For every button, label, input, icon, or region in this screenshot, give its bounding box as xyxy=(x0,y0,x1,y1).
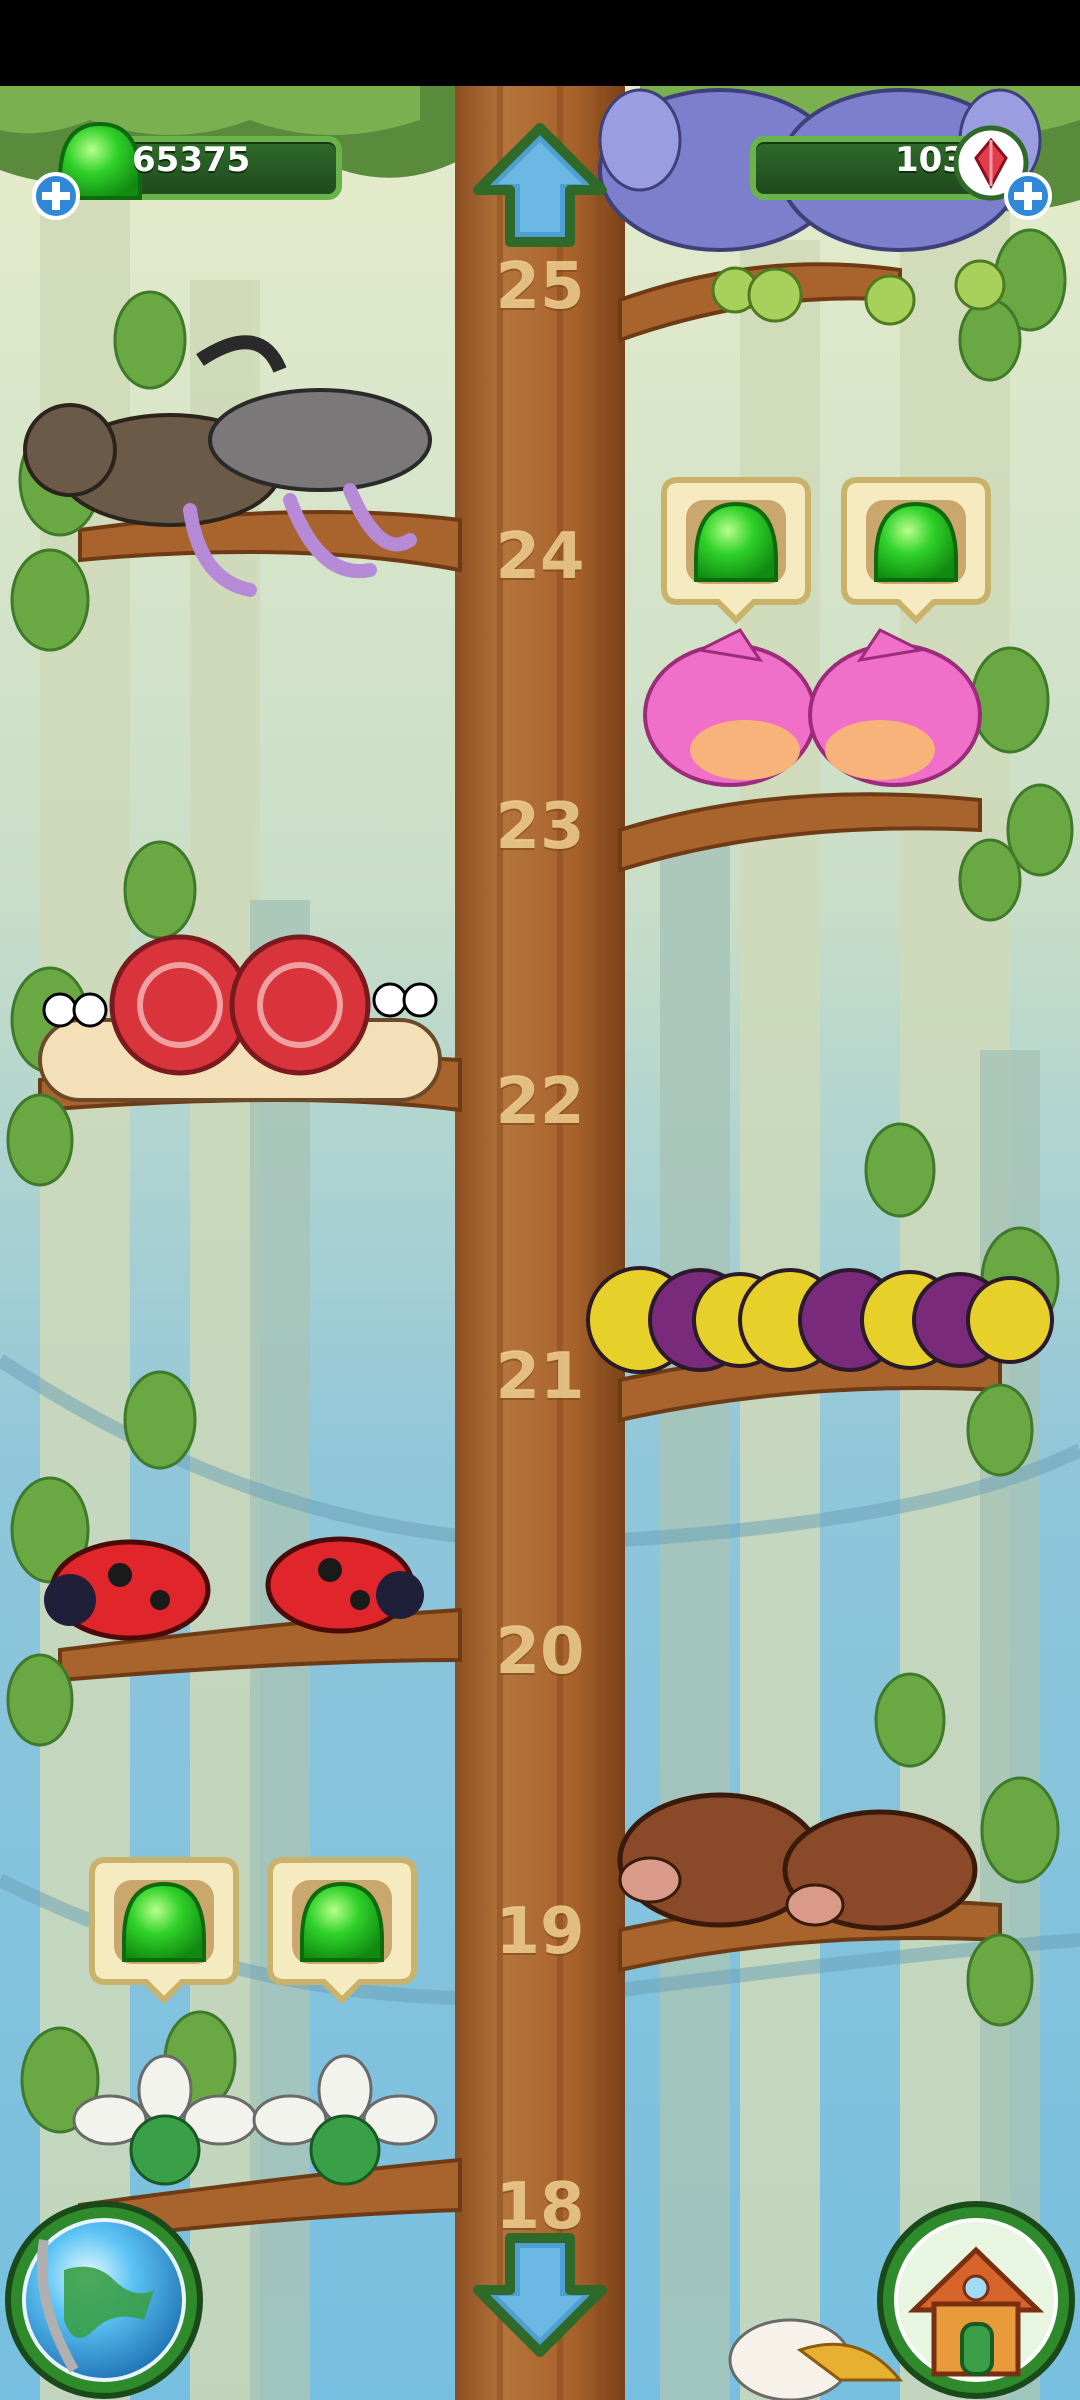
plus-icon[interactable] xyxy=(30,170,82,222)
level-number-24: 24 xyxy=(495,520,585,594)
green-jelly-icon[interactable] xyxy=(86,1850,242,2006)
game-scene: 25 24 23 22 21 20 19 18 65375 103 xyxy=(0,0,1080,2400)
flower-creature-pair[interactable] xyxy=(72,2054,438,2186)
arrow-up-icon[interactable] xyxy=(470,120,610,250)
level-number-22: 22 xyxy=(495,1065,585,1139)
green-jelly-icon[interactable] xyxy=(658,470,814,626)
caterpillar-pair[interactable] xyxy=(586,1266,1054,1374)
green-jelly-icon[interactable] xyxy=(838,470,994,626)
pink-fish-pair[interactable] xyxy=(643,628,982,787)
boar-pair[interactable] xyxy=(617,1792,978,1931)
snail-pair[interactable] xyxy=(38,934,442,1102)
currency-left-value: 65375 xyxy=(132,140,251,180)
level-number-21: 21 xyxy=(495,1340,585,1414)
level-number-19: 19 xyxy=(495,1895,585,1969)
striped-horse-pair[interactable] xyxy=(23,335,432,597)
level-number-23: 23 xyxy=(495,790,585,864)
currency-left-panel: 65375 xyxy=(30,118,360,220)
level-number-25: 25 xyxy=(495,250,585,324)
plus-icon[interactable] xyxy=(1002,170,1054,222)
currency-right-panel: 103 xyxy=(730,118,1060,220)
level-number-20: 20 xyxy=(495,1615,585,1689)
pelican[interactable] xyxy=(728,2318,904,2400)
globe-icon[interactable] xyxy=(4,2200,204,2400)
arrow-down-icon[interactable] xyxy=(470,2230,610,2360)
house-icon[interactable] xyxy=(876,2200,1076,2400)
green-jelly-icon[interactable] xyxy=(264,1850,420,2006)
ladybug-pair[interactable] xyxy=(44,1536,424,1641)
